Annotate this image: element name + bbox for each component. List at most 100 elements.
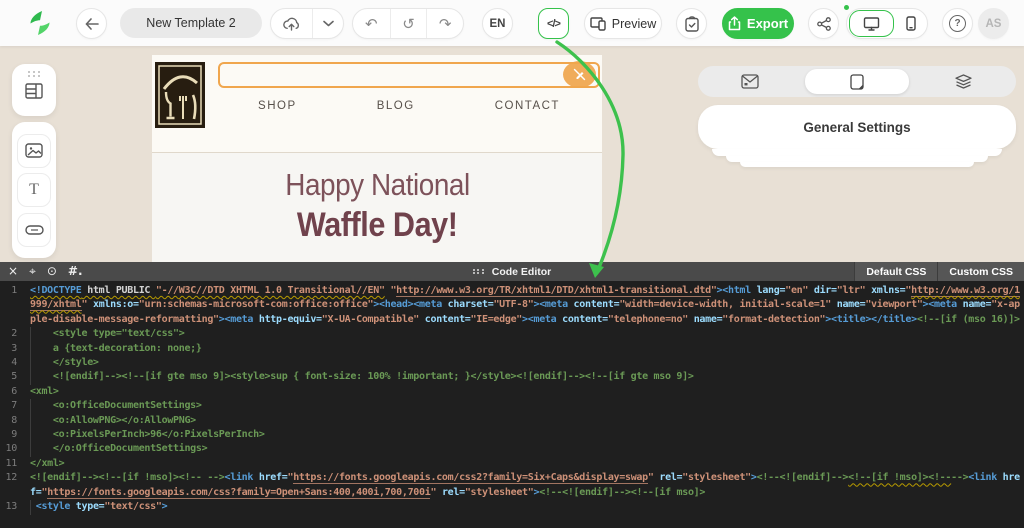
line-number: 11	[0, 457, 30, 471]
share-button[interactable]	[808, 8, 839, 39]
code-line[interactable]: 8 <o:AllowPNG></o:AllowPNG>	[0, 414, 1024, 428]
device-mode-group	[846, 8, 928, 39]
preview-label: Preview	[612, 17, 656, 31]
code-line[interactable]: 3 a {text-decoration: none;}	[0, 342, 1024, 356]
redo-button[interactable]: ↷	[426, 9, 463, 38]
hero-heading-line1[interactable]: Happy National	[285, 167, 469, 203]
export-button[interactable]: Export	[722, 8, 794, 39]
line-anchor-icon[interactable]: #.	[68, 262, 83, 281]
tab-message-settings[interactable]	[698, 66, 803, 97]
export-icon	[728, 16, 741, 31]
image-block-button[interactable]	[17, 134, 51, 168]
close-icon[interactable]: ×	[8, 262, 18, 281]
code-line[interactable]: 6<xml>	[0, 385, 1024, 399]
email-header-section: SHOP BLOG CONTACT	[152, 55, 602, 152]
tab-layers[interactable]	[911, 66, 1016, 97]
nav-link-shop[interactable]: SHOP	[258, 100, 297, 112]
email-nav-menu: SHOP BLOG CONTACT	[218, 100, 600, 112]
top-toolbar: ↶ ↺ ↷ EN </> Preview Export	[0, 0, 1024, 46]
mobile-view-button[interactable]	[894, 16, 927, 31]
save-to-cloud-button[interactable]	[271, 9, 313, 38]
line-number: 3	[0, 342, 30, 356]
code-line[interactable]: 2 <style type="text/css">	[0, 327, 1024, 341]
selected-empty-block[interactable]	[218, 62, 600, 88]
nav-link-contact[interactable]: CONTACT	[495, 100, 560, 112]
button-icon	[25, 225, 44, 235]
line-number: 8	[0, 414, 30, 428]
back-arrow-icon	[85, 18, 99, 30]
version-history-button[interactable]: ↺	[390, 9, 427, 38]
edit-disabled-badge	[563, 61, 596, 88]
cloud-upload-icon	[282, 16, 301, 32]
editor-canvas: T	[0, 46, 1024, 262]
hero-heading-line2[interactable]: Waffle Day!	[297, 206, 458, 245]
line-number: 2	[0, 327, 30, 341]
blocks-panel-card[interactable]	[12, 64, 56, 116]
history-button-group: ↶ ↺ ↷	[352, 8, 464, 39]
clipboard-check-icon	[685, 16, 699, 32]
drag-handle-icon	[28, 71, 41, 77]
save-button-group	[270, 8, 344, 39]
devices-icon	[590, 17, 606, 31]
code-line[interactable]: 12<![endif]--><!--[if !mso]><!-- --><lin…	[0, 471, 1024, 500]
line-number: 13	[0, 500, 30, 514]
code-line[interactable]: 4 </style>	[0, 356, 1024, 370]
nav-link-blog[interactable]: BLOG	[377, 100, 415, 112]
code-editor-toggle-button[interactable]: </>	[538, 8, 569, 39]
code-editor-title: Code Editor	[492, 266, 552, 278]
tab-appearance-settings[interactable]	[805, 69, 910, 94]
template-name-input[interactable]	[120, 8, 262, 38]
line-number: 5	[0, 370, 30, 384]
settings-panel: General Settings	[698, 66, 1016, 167]
locate-target-icon[interactable]: ⌖	[29, 262, 36, 281]
save-options-dropdown[interactable]	[313, 9, 343, 38]
envelope-icon	[741, 74, 759, 89]
undo-button[interactable]: ↶	[353, 9, 390, 38]
image-icon	[25, 143, 43, 158]
collapsed-card-stack	[712, 149, 1002, 156]
code-editor-panel: × ⌖ ⊙ #. Code Editor Default CSS Custom …	[0, 262, 1024, 528]
code-line[interactable]: 1<!DOCTYPE html PUBLIC "-//W3C//DTD XHTM…	[0, 284, 1024, 327]
help-button[interactable]: ?	[942, 8, 973, 39]
app-logo-icon[interactable]	[28, 10, 52, 36]
test-email-button[interactable]	[676, 8, 707, 39]
code-line[interactable]: 10 </o:OfficeDocumentSettings>	[0, 442, 1024, 456]
appearance-icon	[850, 74, 864, 90]
app-window: ↶ ↺ ↷ EN </> Preview Export	[0, 0, 1024, 528]
device-mode-indicator-dot	[844, 5, 849, 10]
preview-button[interactable]: Preview	[584, 8, 662, 39]
layers-icon	[955, 74, 972, 89]
code-line[interactable]: 5 <![endif]--><!--[if gte mso 9]><style>…	[0, 370, 1024, 384]
language-button[interactable]: EN	[482, 8, 513, 39]
line-number: 7	[0, 399, 30, 413]
line-number: 1	[0, 284, 30, 327]
code-line[interactable]: 13 <style type="text/css">	[0, 500, 1024, 514]
code-line[interactable]: 11</xml>	[0, 457, 1024, 471]
pencil-off-icon	[573, 68, 586, 81]
general-settings-accordion[interactable]: General Settings	[698, 105, 1016, 149]
brand-logo-image[interactable]	[155, 62, 205, 128]
default-css-button[interactable]: Default CSS	[854, 262, 937, 281]
share-nodes-icon	[817, 17, 831, 31]
focus-element-icon[interactable]: ⊙	[47, 262, 57, 281]
drag-handle-icon	[473, 269, 485, 275]
code-lines[interactable]: 1<!DOCTYPE html PUBLIC "-//W3C//DTD XHTM…	[0, 281, 1024, 515]
general-settings-title: General Settings	[803, 120, 910, 135]
line-number: 4	[0, 356, 30, 370]
question-icon: ?	[949, 15, 966, 32]
email-template: SHOP BLOG CONTACT Happy National Waffle …	[152, 55, 602, 262]
user-avatar[interactable]: AS	[978, 8, 1009, 39]
desktop-view-button[interactable]	[849, 10, 894, 37]
settings-tabs	[698, 66, 1016, 97]
custom-css-button[interactable]: Custom CSS	[937, 262, 1024, 281]
code-line[interactable]: 7 <o:OfficeDocumentSettings>	[0, 399, 1024, 413]
structures-icon	[25, 83, 43, 99]
code-editor-header: × ⌖ ⊙ #. Code Editor Default CSS Custom …	[0, 262, 1024, 281]
line-number: 6	[0, 385, 30, 399]
button-block-button[interactable]	[17, 213, 51, 247]
text-block-button[interactable]: T	[17, 173, 51, 207]
code-line[interactable]: 9 <o:PixelsPerInch>96</o:PixelsPerInch>	[0, 428, 1024, 442]
back-button[interactable]	[76, 8, 107, 39]
content-blocks-card: T	[12, 122, 56, 258]
collapsed-card-stack	[740, 162, 974, 167]
